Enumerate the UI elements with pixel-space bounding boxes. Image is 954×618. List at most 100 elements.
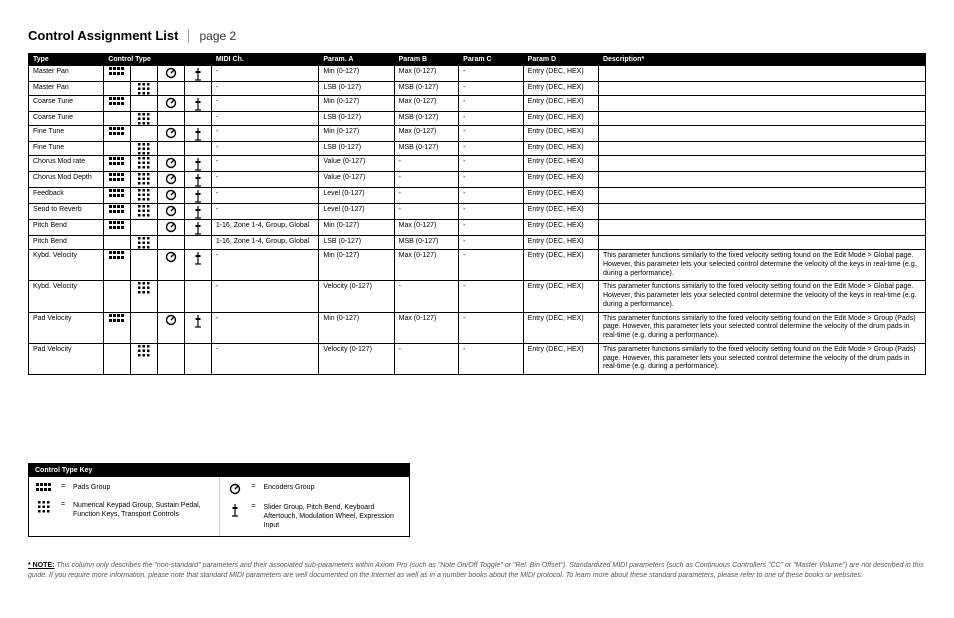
cell-pd: Entry (DEC, HEX)	[523, 220, 598, 236]
encoder-icon	[158, 188, 185, 204]
col-pa: Param. A	[319, 54, 394, 66]
numkey-icon	[131, 142, 158, 156]
cell-type: Pitch Bend	[29, 236, 104, 250]
numkey-icon	[131, 188, 158, 204]
numkey-icon	[131, 343, 158, 374]
cell-pc: -	[459, 250, 524, 281]
cell-pc: -	[459, 343, 524, 374]
cell-pa: Velocity (0-127)	[319, 281, 394, 312]
cell-type: Master Pan	[29, 82, 104, 96]
table-row: Coarse Tune-Min (0-127)Max (0-127)-Entry…	[29, 96, 926, 112]
cell-pa: Value (0-127)	[319, 172, 394, 188]
cell-pb: Max (0-127)	[394, 66, 459, 82]
cell-pc: -	[459, 66, 524, 82]
cell-pd: Entry (DEC, HEX)	[523, 82, 598, 96]
cell-empty	[104, 82, 131, 96]
cell-pb: MSB (0-127)	[394, 112, 459, 126]
cell-pd: Entry (DEC, HEX)	[523, 112, 598, 126]
cell-pb: -	[394, 172, 459, 188]
slider-icon	[184, 220, 211, 236]
numkey-icon	[131, 112, 158, 126]
cell-pd: Entry (DEC, HEX)	[523, 188, 598, 204]
encoder-icon	[158, 250, 185, 281]
cell-midi: -	[211, 66, 319, 82]
cell-pc: -	[459, 142, 524, 156]
cell-pc: -	[459, 82, 524, 96]
cell-pd: Entry (DEC, HEX)	[523, 156, 598, 172]
numkey-icon	[131, 156, 158, 172]
cell-midi: -	[211, 82, 319, 96]
page-header: Control Assignment List page 2	[28, 28, 926, 43]
cell-desc	[598, 172, 925, 188]
col-desc: Description*	[598, 54, 925, 66]
cell-desc	[598, 82, 925, 96]
slider-icon	[184, 204, 211, 220]
table-row: Master Pan-LSB (0-127)MSB (0-127)-Entry …	[29, 82, 926, 96]
table-row: Coarse Tune-LSB (0-127)MSB (0-127)-Entry…	[29, 112, 926, 126]
pads-icon	[104, 204, 131, 220]
pads-icon	[104, 96, 131, 112]
cell-desc	[598, 204, 925, 220]
cell-empty	[184, 343, 211, 374]
cell-midi: -	[211, 156, 319, 172]
divider	[188, 29, 189, 43]
pads-icon	[104, 188, 131, 204]
key-row-slider: = Slider Group, Pitch Bend, Keyboard Aft…	[226, 503, 404, 530]
pads-icon	[104, 172, 131, 188]
cell-pd: Entry (DEC, HEX)	[523, 250, 598, 281]
cell-empty	[104, 112, 131, 126]
numkey-icon	[131, 172, 158, 188]
cell-type: Pitch Bend	[29, 220, 104, 236]
pads-icon	[104, 250, 131, 281]
pads-icon	[35, 483, 53, 495]
table-row: Pad Velocity-Velocity (0-127)--Entry (DE…	[29, 343, 926, 374]
cell-pd: Entry (DEC, HEX)	[523, 142, 598, 156]
cell-midi: -	[211, 96, 319, 112]
cell-empty	[184, 281, 211, 312]
cell-empty	[158, 112, 185, 126]
encoder-icon	[158, 96, 185, 112]
cell-desc	[598, 156, 925, 172]
pads-icon	[104, 156, 131, 172]
cell-empty	[184, 82, 211, 96]
pads-icon	[104, 220, 131, 236]
table-row: Chorus Mod rate-Value (0-127)--Entry (DE…	[29, 156, 926, 172]
cell-desc: This parameter functions similarly to th…	[598, 343, 925, 374]
cell-pa: LSB (0-127)	[319, 142, 394, 156]
cell-pb: MSB (0-127)	[394, 236, 459, 250]
cell-desc	[598, 126, 925, 142]
cell-pd: Entry (DEC, HEX)	[523, 281, 598, 312]
cell-pa: Min (0-127)	[319, 312, 394, 343]
slider-icon	[226, 503, 244, 519]
encoder-icon	[158, 156, 185, 172]
cell-desc	[598, 142, 925, 156]
cell-desc: This parameter functions similarly to th…	[598, 281, 925, 312]
cell-pc: -	[459, 312, 524, 343]
encoder-icon	[226, 483, 244, 497]
key-label: Slider Group, Pitch Bend, Keyboard After…	[264, 503, 404, 530]
cell-desc	[598, 96, 925, 112]
cell-desc	[598, 236, 925, 250]
cell-empty	[184, 112, 211, 126]
cell-type: Coarse Tune	[29, 112, 104, 126]
numkey-icon	[131, 236, 158, 250]
footnote-body: This column only describes the "non-stan…	[28, 562, 924, 578]
cell-type: Coarse Tune	[29, 96, 104, 112]
cell-pa: Min (0-127)	[319, 250, 394, 281]
key-row-numkey: = Numerical Keypad Group, Sustain Pedal,…	[35, 501, 213, 519]
cell-desc	[598, 112, 925, 126]
cell-pb: -	[394, 188, 459, 204]
table-header-row: Type Control Type MIDI Ch. Param. A Para…	[29, 54, 926, 66]
cell-pa: Min (0-127)	[319, 96, 394, 112]
cell-pd: Entry (DEC, HEX)	[523, 312, 598, 343]
cell-midi: -	[211, 250, 319, 281]
cell-midi: 1-16, Zone 1-4, Group, Global	[211, 236, 319, 250]
slider-icon	[184, 172, 211, 188]
cell-type: Pad Velocity	[29, 343, 104, 374]
cell-midi: -	[211, 343, 319, 374]
cell-type: Pad Velocity	[29, 312, 104, 343]
cell-midi: -	[211, 172, 319, 188]
pads-icon	[104, 312, 131, 343]
cell-pb: MSB (0-127)	[394, 142, 459, 156]
pads-icon	[104, 126, 131, 142]
